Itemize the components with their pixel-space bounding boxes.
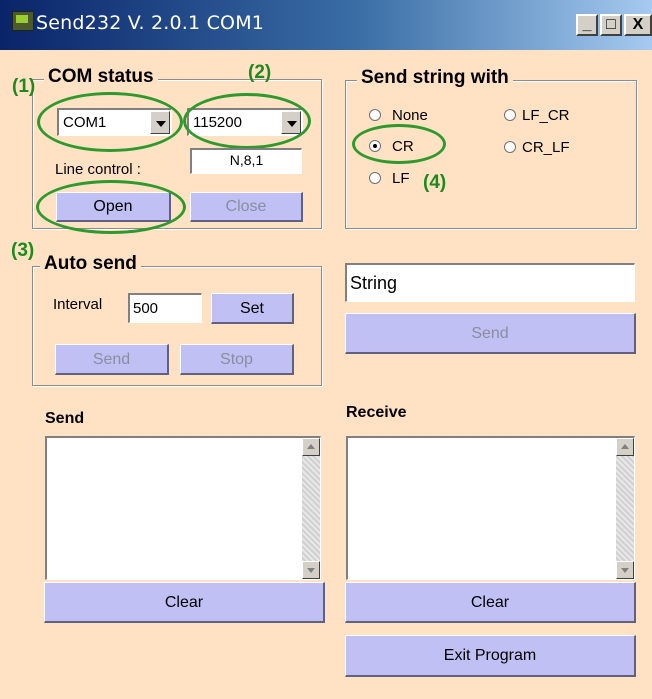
scroll-down-icon[interactable] [616,561,634,579]
set-button[interactable]: Set [211,293,294,324]
minimize-button[interactable]: _ [576,14,598,36]
line-control-value: N,8,1 [190,148,302,174]
send-clear-button[interactable]: Clear [44,582,325,623]
maximize-button[interactable]: □ [600,14,622,36]
radio-cr-lf[interactable] [504,141,516,153]
annotation-4: (4) [423,172,447,193]
radio-lf[interactable] [369,172,381,184]
auto-send-title: Auto send [40,253,141,275]
window-title: Send232 V. 2.0.1 COM1 [36,12,265,34]
radio-lf-cr-label: LF_CR [522,107,570,124]
send-panel-title: Send [45,410,85,427]
annotation-2: (2) [248,62,272,83]
annotation-3: (3) [11,240,35,261]
interval-label: Interval [53,296,103,313]
com-status-title: COM status [44,66,158,88]
app-icon [12,11,34,31]
receive-panel-title: Receive [346,404,407,421]
string-input[interactable]: String [345,263,635,302]
annotation-1: (1) [12,76,36,97]
radio-lf-label: LF [392,170,410,187]
send-string-button[interactable]: Send [345,313,636,354]
send-string-with-title: Send string with [357,67,513,89]
annotation-ellipse-open [36,180,186,234]
receive-clear-button[interactable]: Clear [345,582,636,623]
interval-input[interactable]: 500 [128,293,202,323]
radio-none[interactable] [369,109,381,121]
scroll-up-icon[interactable] [302,438,320,456]
annotation-ellipse-baud [183,93,311,149]
radio-cr-lf-label: CR_LF [522,139,570,156]
receive-scrollbar[interactable] [616,438,634,579]
auto-send-button[interactable]: Send [55,344,169,375]
send-scrollbar[interactable] [302,438,320,579]
title-bar: Send232 V. 2.0.1 COM1 _ □ X [0,0,652,50]
scroll-down-icon[interactable] [302,561,320,579]
close-button[interactable]: X [624,14,652,36]
annotation-ellipse-port [37,92,183,152]
line-control-label: Line control : [55,161,141,178]
stop-button[interactable]: Stop [180,344,294,375]
scroll-up-icon[interactable] [616,438,634,456]
annotation-ellipse-cr [352,124,446,164]
radio-lf-cr[interactable] [504,109,516,121]
close-port-button[interactable]: Close [190,192,303,222]
receive-textarea[interactable] [346,436,635,580]
send-textarea[interactable] [45,436,321,580]
exit-program-button[interactable]: Exit Program [345,635,636,677]
radio-none-label: None [392,107,428,124]
